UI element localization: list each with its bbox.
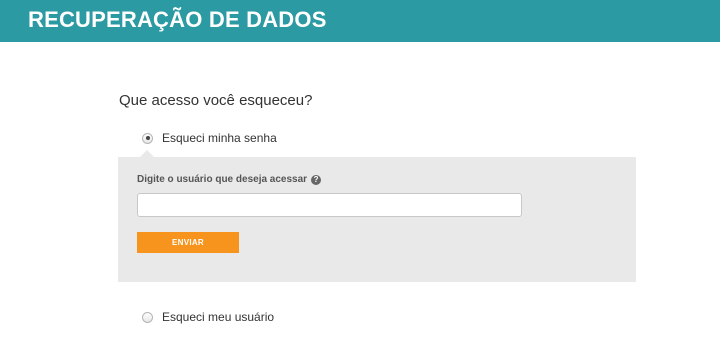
- page-header: RECUPERAÇÃO DE DADOS: [0, 0, 720, 42]
- radio-forgot-password[interactable]: [142, 132, 153, 144]
- username-input[interactable]: [137, 193, 522, 217]
- username-field-label-text: Digite o usuário que deseja acessar: [137, 174, 308, 185]
- question-circle-icon[interactable]: ?: [311, 174, 322, 185]
- option-label-forgot-password: Esqueci minha senha: [162, 131, 277, 145]
- panel-pointer: [140, 150, 154, 157]
- page-title: RECUPERAÇÃO DE DADOS: [28, 7, 327, 32]
- send-button[interactable]: ENVIAR: [137, 232, 239, 253]
- option-forgot-password[interactable]: Esqueci minha senha: [142, 131, 277, 145]
- password-recovery-panel: Digite o usuário que deseja acessar ? EN…: [118, 157, 636, 282]
- question-heading: Que acesso você esqueceu?: [119, 92, 313, 109]
- option-forgot-username[interactable]: Esqueci meu usuário: [142, 310, 274, 324]
- username-field-label: Digite o usuário que deseja acessar ?: [137, 174, 322, 185]
- option-label-forgot-username: Esqueci meu usuário: [162, 310, 275, 324]
- radio-forgot-username[interactable]: [142, 311, 153, 323]
